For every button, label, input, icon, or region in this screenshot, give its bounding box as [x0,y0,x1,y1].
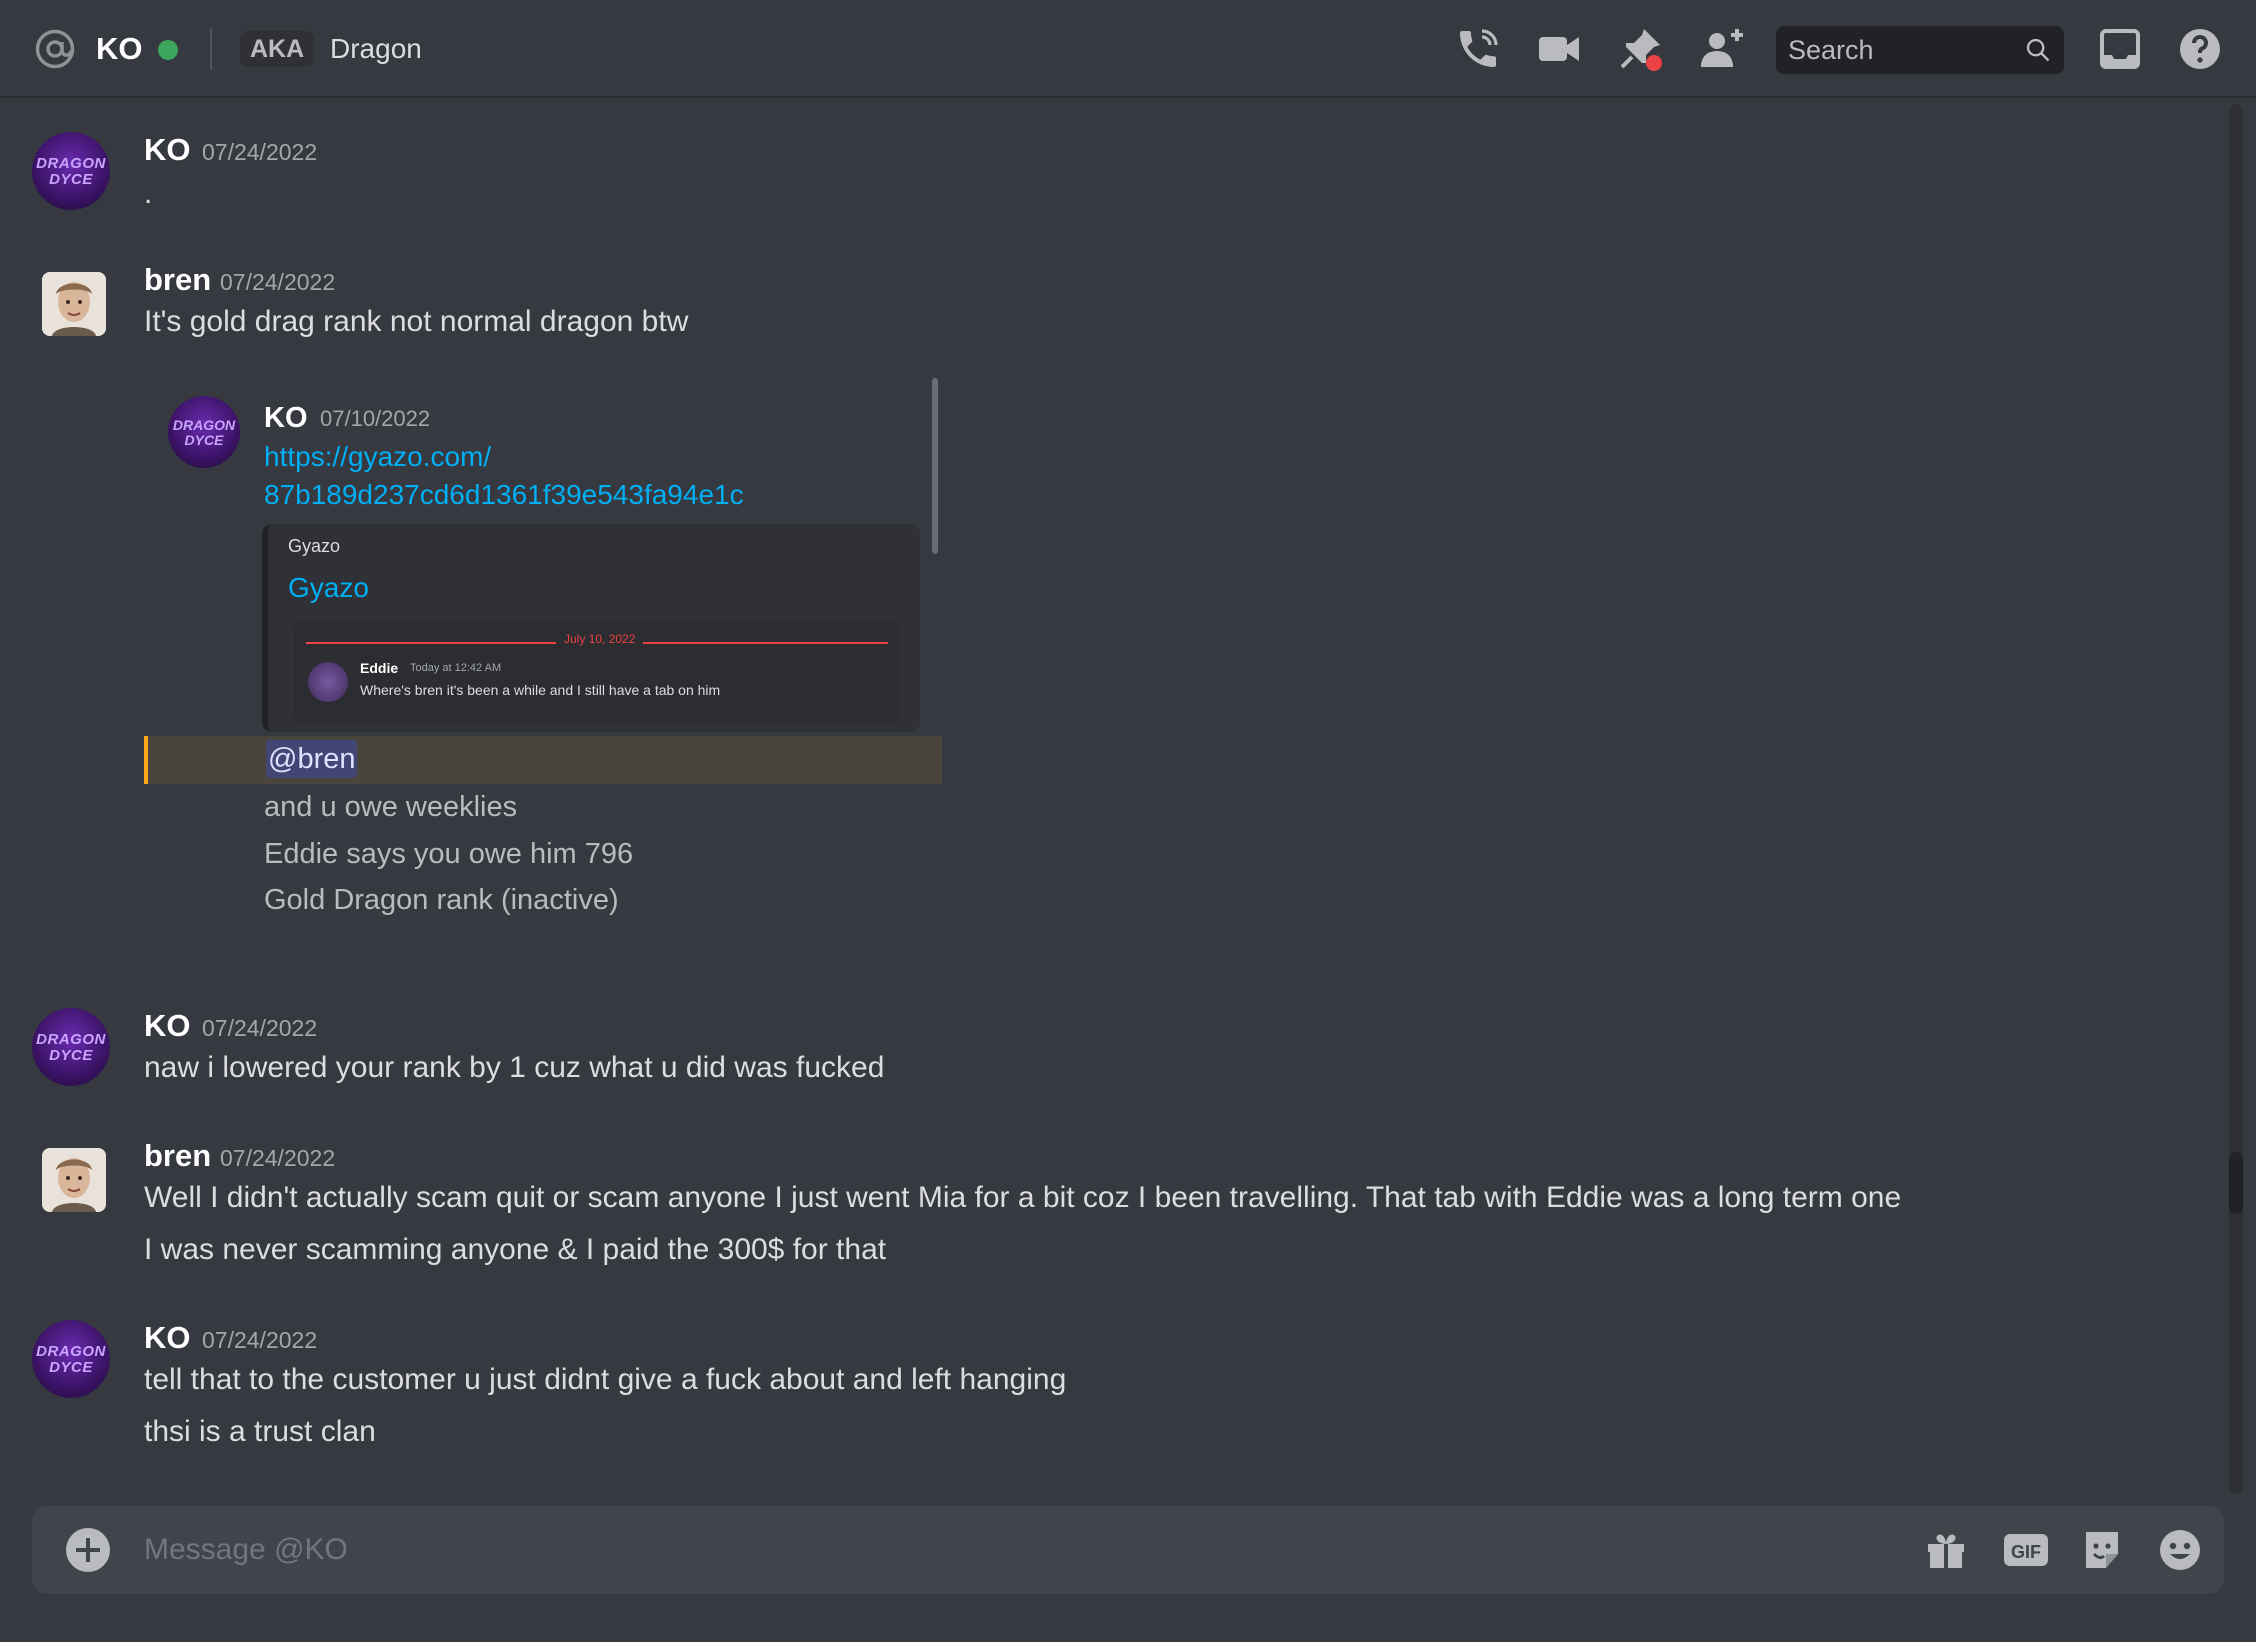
online-status-dot [158,40,178,60]
pin-icon [1620,29,1662,71]
inbox-button[interactable] [2096,25,2144,73]
dm-recipient-name[interactable]: KO [96,28,143,70]
message-text: . [144,177,153,210]
embed-provider[interactable]: Gyazo [288,536,340,557]
user-photo-icon [42,272,106,336]
add-friends-to-dm-button[interactable] [1697,25,1745,73]
phone-call-icon [1460,29,1498,67]
message-timestamp: 07/24/2022 [220,1145,336,1171]
message-author[interactable]: KO [144,130,191,170]
recipient-nickname: Dragon [330,33,422,64]
user-photo-icon [42,1148,106,1212]
message-author[interactable]: KO [144,1006,191,1046]
embed-title[interactable]: Gyazo [288,572,369,604]
message-scrollbar-track[interactable] [2229,104,2243,1494]
avatar[interactable] [42,272,106,336]
message-text: tell that to the customer u just didnt g… [144,1363,1067,1396]
embed-scrollbar[interactable] [932,378,938,554]
help-icon [2180,29,2220,69]
embedded-timestamp: 07/10/2022 [320,406,431,431]
svg-text:GIF: GIF [2011,1542,2041,1562]
message-text: naw i lowered your rank by 1 cuz what u … [144,1051,885,1084]
embed-image-text: Where's bren it's been a while and I sti… [360,682,721,698]
embedded-line: and u owe weeklies [264,791,518,823]
embed-image-date: July 10, 2022 [556,632,644,646]
upload-plus-icon[interactable] [66,1528,110,1572]
link-embed-card: Gyazo Gyazo July 10, 2022 Eddie Today at… [262,524,920,732]
pinned-messages-button[interactable] [1616,25,1664,73]
message-author[interactable]: KO [144,1318,191,1358]
embed-image-time: Today at 12:42 AM [410,662,502,674]
avatar[interactable]: DRAGON DYCE [168,396,240,468]
embed-image-author: Eddie [360,660,399,676]
message-text: Well I didn't actually scam quit or scam… [144,1181,1902,1214]
message-input[interactable] [144,1506,1944,1594]
avatar[interactable] [42,1148,106,1212]
message-text: I was never scamming anyone & I paid the… [144,1233,887,1266]
message-timestamp: 07/24/2022 [202,1015,318,1041]
aka-badge[interactable]: AKA [240,31,315,67]
at-sign-icon [35,29,75,69]
search-icon [2026,38,2050,62]
avatar[interactable]: DRAGON DYCE [32,1320,110,1398]
message-scrollbar-thumb[interactable] [2229,1152,2243,1214]
message-text: It's gold drag rank not normal dragon bt… [144,305,689,338]
emoji-button[interactable] [2156,1526,2204,1574]
avatar[interactable]: DRAGON DYCE [32,1008,110,1086]
highlighted-mention-row: @bren [144,736,942,784]
channel-header: KO AKA Dragon [0,0,2256,98]
help-button[interactable] [2176,25,2224,73]
smiley-emoji-icon [2160,1530,2200,1570]
gif-icon: GIF [2004,1534,2048,1566]
sticker-icon [2086,1532,2118,1568]
message-timestamp: 07/24/2022 [220,269,336,295]
embedded-author[interactable]: KO [264,398,308,438]
embedded-line: Gold Dragon rank (inactive) [264,884,619,916]
add-user-icon [1701,29,1743,67]
message-timestamp: 07/24/2022 [202,1327,318,1353]
gift-icon [1928,1534,1964,1568]
message-composer: GIF [32,1506,2224,1594]
inbox-icon [2100,29,2140,69]
header-divider [210,28,212,70]
message-author[interactable]: bren [144,260,211,300]
embed-image[interactable]: July 10, 2022 Eddie Today at 12:42 AM Wh… [294,622,900,722]
user-mention[interactable]: @bren [266,740,358,778]
video-camera-icon [1539,37,1579,61]
video-call-button[interactable] [1535,25,1583,73]
sticker-button[interactable] [2078,1526,2126,1574]
gift-button[interactable] [1922,1526,1970,1574]
embedded-line: Eddie says you owe him 796 [264,838,634,870]
message-timestamp: 07/24/2022 [202,139,318,165]
search-input[interactable] [1776,26,2016,74]
search-box[interactable] [1776,26,2064,74]
voice-call-button[interactable] [1454,25,1502,73]
avatar [308,662,348,702]
gif-button[interactable]: GIF [2002,1526,2050,1574]
avatar[interactable]: DRAGON DYCE [32,132,110,210]
gyazo-link-line2[interactable]: 87b189d237cd6d1361f39e543fa94e1c [264,476,744,514]
gyazo-link-line1[interactable]: https://gyazo.com/ [264,438,491,476]
message-text: thsi is a trust clan [144,1415,376,1448]
message-author[interactable]: bren [144,1136,211,1176]
